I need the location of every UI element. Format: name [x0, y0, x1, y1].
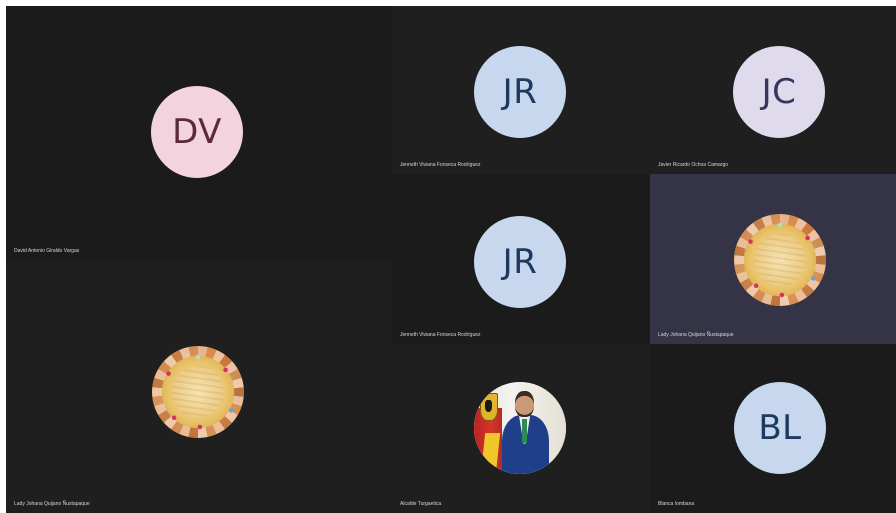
participant-tile-lady[interactable]: Lady Johana Quijano Ñustapaque: [6, 260, 392, 513]
participant-name-label: Jenneth Viviana Fonseca Rodríguez: [400, 332, 481, 338]
participant-tile-javier[interactable]: JC Javier Ricardo Ochoa Camargo: [650, 6, 896, 174]
participant-name-label: Alcalde Turgaetica: [400, 501, 442, 507]
profile-photo-hands: [152, 346, 244, 438]
photo-detail: [734, 214, 826, 306]
participant-name-label: Javier Ricardo Ochoa Camargo: [658, 162, 729, 168]
initials-avatar: JR: [474, 216, 566, 308]
participant-tile-lady-active[interactable]: Lady Johana Quijano Ñustapaque: [650, 174, 896, 344]
video-call-grid: DV David Antonio Giraldo Vargas JR Jenne…: [6, 6, 896, 513]
participant-name-label: Blanca Iombana: [658, 501, 695, 507]
participant-tile-blanca[interactable]: BL Blanca Iombana: [650, 344, 896, 513]
photo-detail: [522, 418, 527, 443]
photo-detail: [152, 346, 244, 438]
participant-tile-alcalde[interactable]: Alcalde Turgaetica: [392, 344, 650, 513]
participant-tile-jenneth[interactable]: JR Jenneth Viviana Fonseca Rodríguez: [392, 6, 650, 174]
initials-avatar: JC: [733, 46, 825, 138]
participant-tile-david[interactable]: DV David Antonio Giraldo Vargas: [6, 6, 392, 260]
coat-of-arms-graphic: [479, 393, 498, 421]
participant-name-label: Jenneth Viviana Fonseca Rodríguez: [400, 162, 481, 168]
photo-detail: [515, 391, 534, 417]
participant-name-label: Lady Johana Quijano Ñustapaque: [658, 332, 734, 338]
participant-name-label: Lady Johana Quijano Ñustapaque: [14, 501, 90, 507]
initials-avatar: BL: [734, 382, 826, 474]
participant-tile-jenneth-2[interactable]: JR Jenneth Viviana Fonseca Rodríguez: [392, 174, 650, 344]
profile-photo-hands: [734, 214, 826, 306]
participant-name-label: David Antonio Giraldo Vargas: [14, 248, 80, 254]
profile-photo-mayor: [474, 382, 566, 474]
initials-avatar: JR: [474, 46, 566, 138]
initials-avatar: DV: [151, 86, 243, 178]
